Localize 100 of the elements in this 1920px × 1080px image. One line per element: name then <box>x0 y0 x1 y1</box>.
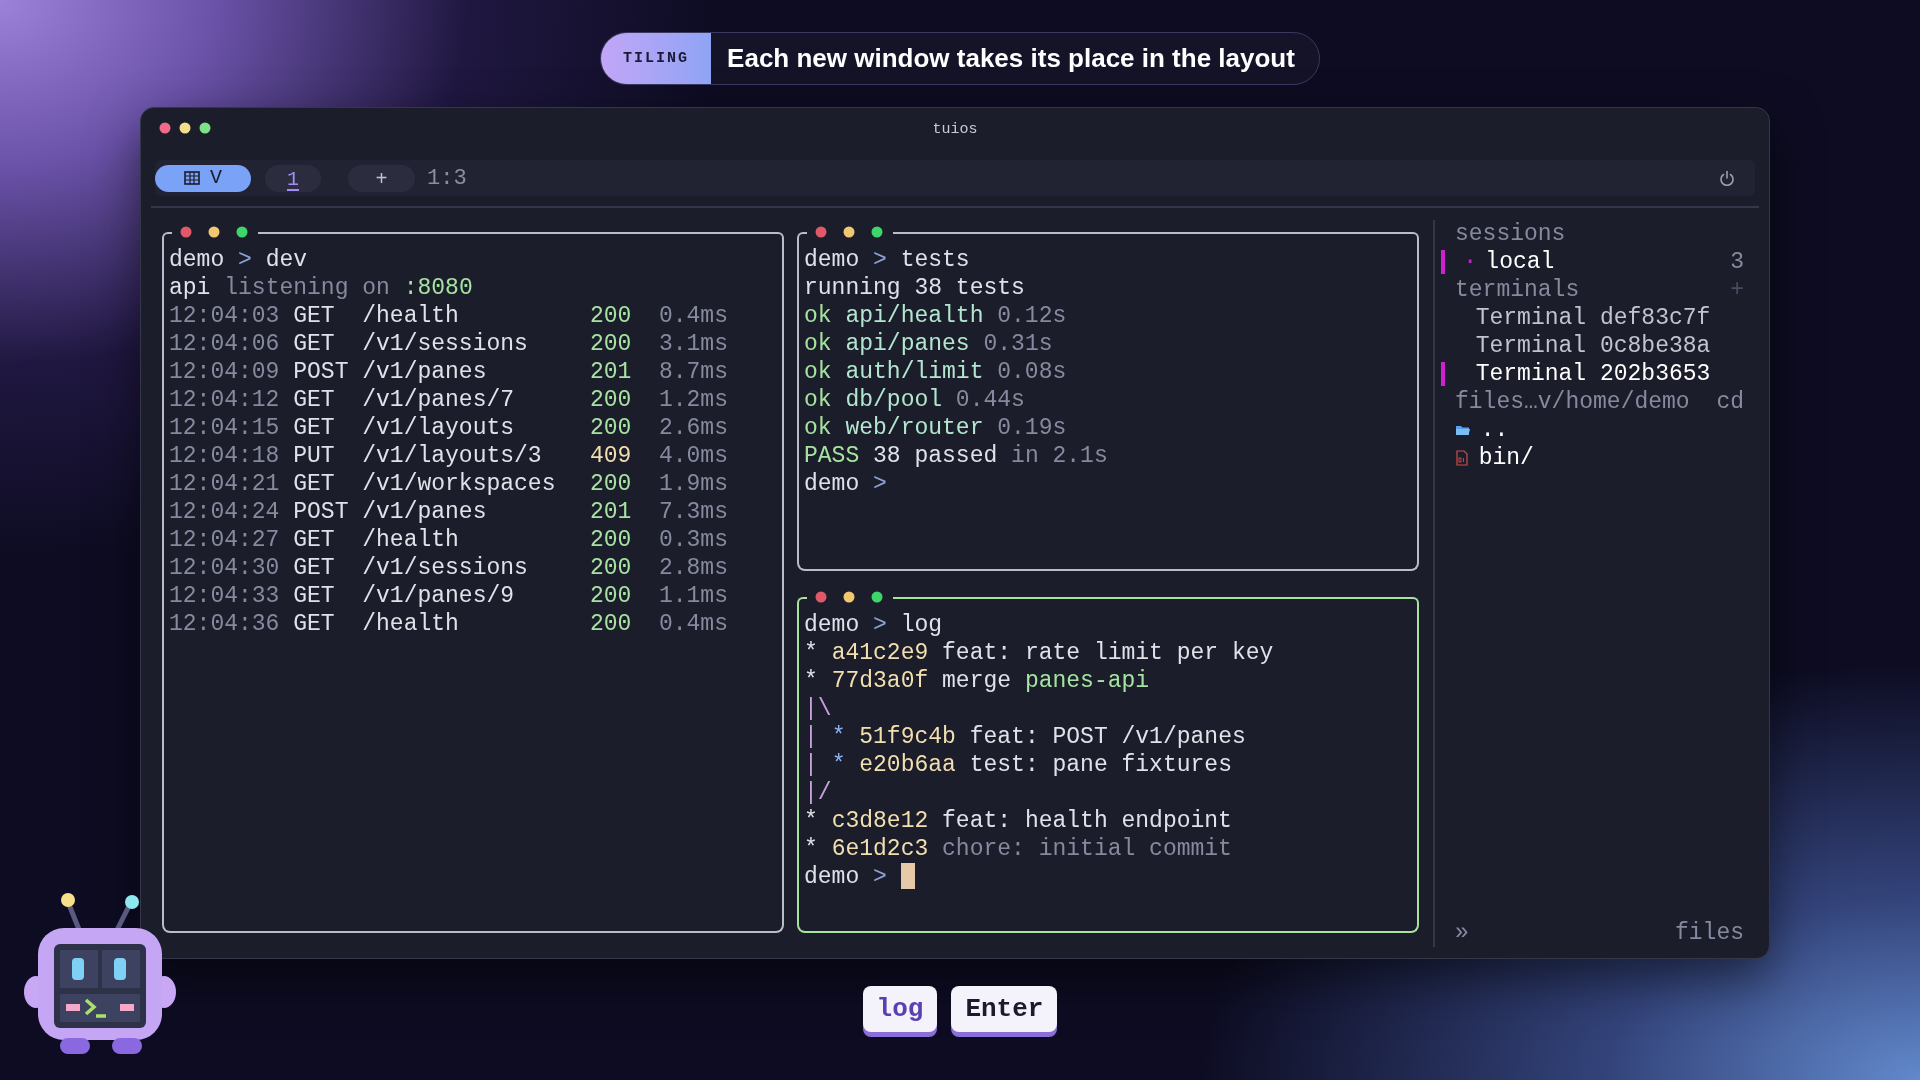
count-text: 3 <box>1730 248 1744 276</box>
time-text: 12:04:36 <box>169 610 281 638</box>
status-code: 200 <box>589 582 633 610</box>
terminal-text: PASS <box>804 443 860 469</box>
terminal-text: 0.12s <box>997 303 1067 329</box>
duration-text: 2.8ms <box>658 554 729 582</box>
terminal-text: 38 passed <box>873 443 998 469</box>
duration-text: 1.1ms <box>658 582 729 610</box>
terminal-text: db/pool <box>845 387 943 413</box>
path-text: …v/home/demo <box>1524 388 1690 416</box>
terminal-text: ok <box>804 359 832 385</box>
method-text: POST <box>293 358 350 386</box>
expand-toggle[interactable]: » <box>1455 919 1469 947</box>
path-text: /v1/workspaces <box>362 470 557 498</box>
workspace-tab[interactable]: 1 <box>265 164 321 192</box>
terminal-text: :8080 <box>403 275 473 301</box>
duration-text: 1.2ms <box>658 386 729 414</box>
terminal-text: c3d8e12 <box>831 808 929 834</box>
path-text: /v1/panes <box>362 358 488 386</box>
path-text: /v1/layouts <box>362 414 516 442</box>
path-text: /health <box>362 302 460 330</box>
time-text: 12:04:21 <box>169 470 281 498</box>
terminal-text: * <box>804 836 818 862</box>
method-text: GET <box>293 386 336 414</box>
file-item[interactable]: .. <box>1480 416 1509 444</box>
terminal-text: chore: initial commit <box>942 836 1232 862</box>
terminal-text: * <box>804 668 818 694</box>
panel-label: files <box>1675 919 1744 947</box>
terminal-text: feat: health endpoint <box>942 808 1232 834</box>
time-text: 12:04:18 <box>169 442 281 470</box>
time-text: 12:04:09 <box>169 358 281 386</box>
banner-text: Each new window takes its place in the layout <box>726 42 1296 75</box>
duration-text: 3.1ms <box>658 330 729 358</box>
method-text: GET <box>293 302 336 330</box>
terminal-text: running 38 tests <box>804 275 1025 301</box>
terminal-text: auth/limit <box>845 359 984 385</box>
status-code: 409 <box>589 442 633 470</box>
terminal-text: merge <box>942 668 1012 694</box>
method-text: GET <box>293 330 336 358</box>
time-text: 12:04:06 <box>169 330 281 358</box>
path-text: /v1/sessions <box>362 554 529 582</box>
time-text: 12:04:15 <box>169 414 281 442</box>
terminal-item[interactable]: Terminal def83c7f <box>1455 304 1711 332</box>
terminal-text: 0.31s <box>983 331 1053 357</box>
terminal-text: api <box>169 275 211 301</box>
time-text: 12:04:30 <box>169 554 281 582</box>
terminal-text: ok <box>804 387 832 413</box>
terminal-text: |/ <box>804 780 832 806</box>
cd-button[interactable]: cd <box>1716 388 1744 416</box>
terminal-text: > <box>873 471 887 497</box>
terminal-text: panes-api <box>1024 668 1150 694</box>
time-text: 12:04:03 <box>169 302 281 330</box>
terminal-text: * <box>804 640 818 666</box>
time-text: 12:04:12 <box>169 386 281 414</box>
method-text: GET <box>293 610 336 638</box>
terminal-text: > <box>873 247 887 273</box>
layout-button[interactable]: V <box>155 164 251 192</box>
terminal-text: demo <box>804 471 860 497</box>
terminal-text: demo <box>169 247 225 273</box>
window-controls[interactable] <box>815 591 883 603</box>
path-text: /v1/panes/7 <box>362 386 516 414</box>
session-item[interactable]: local <box>1485 248 1555 276</box>
status-code: 200 <box>589 414 633 442</box>
file-icon <box>1455 450 1469 466</box>
terminal-text: > <box>873 612 887 638</box>
add-button[interactable]: + <box>348 164 415 192</box>
status-code: 200 <box>589 526 633 554</box>
terminal-text: demo <box>804 247 860 273</box>
status-code: 200 <box>589 330 633 358</box>
position-text: 1:3 <box>427 164 467 193</box>
terminal-text: api/panes <box>845 331 970 357</box>
window-controls[interactable] <box>180 226 248 238</box>
time-text: 12:04:24 <box>169 498 281 526</box>
terminal-text: | <box>804 752 818 778</box>
window-controls[interactable] <box>815 226 883 238</box>
bullet-text: · <box>1462 248 1479 276</box>
terminal-text: feat: rate limit per key <box>942 640 1274 666</box>
file-item[interactable]: bin/ <box>1478 444 1534 472</box>
method-text: GET <box>293 526 336 554</box>
path-text: /health <box>362 610 460 638</box>
window-controls[interactable] <box>159 122 211 134</box>
terminal-text: 51f9c4b <box>859 724 956 750</box>
terminal-text: |\ <box>804 696 832 722</box>
terminal-text: in 2.1s <box>1011 443 1108 469</box>
terminal-text: demo <box>804 612 860 638</box>
path-text: /v1/layouts/3 <box>362 442 543 470</box>
terminal-text: 0.44s <box>955 387 1025 413</box>
path-text: /v1/sessions <box>362 330 529 358</box>
folder-icon <box>1455 423 1471 437</box>
terminal-text: 6e1d2c3 <box>831 836 929 862</box>
power-icon[interactable] <box>1719 170 1735 186</box>
terminal-item[interactable]: Terminal 202b3653 <box>1455 360 1711 388</box>
method-text: POST <box>293 498 350 526</box>
section-heading: sessions <box>1455 220 1566 248</box>
terminal-text: web/router <box>845 415 984 441</box>
terminal-text: api/health <box>845 303 984 329</box>
path-text: /health <box>362 526 460 554</box>
duration-text: 8.7ms <box>658 358 729 386</box>
duration-text: 0.3ms <box>658 526 729 554</box>
terminal-item[interactable]: Terminal 0c8be38a <box>1455 332 1711 360</box>
